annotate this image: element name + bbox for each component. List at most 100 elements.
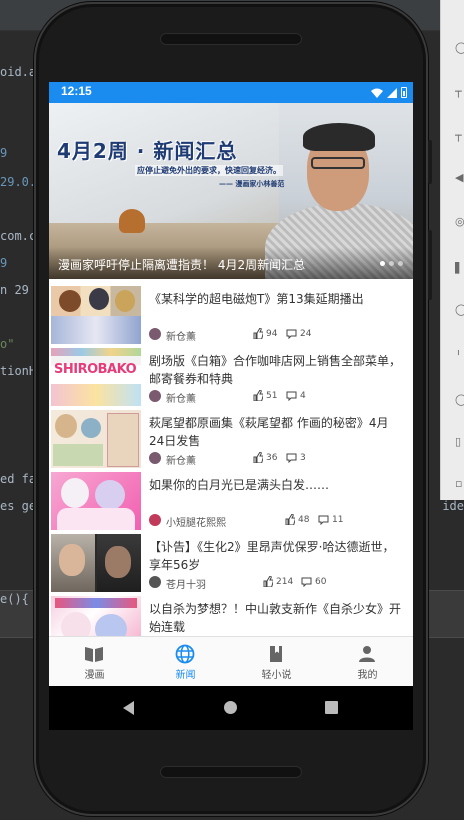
toolbar-icon[interactable]: ◯ (455, 394, 464, 406)
comment-icon[interactable] (286, 453, 297, 463)
news-thumbnail (51, 534, 141, 592)
code-line: n 29 (0, 283, 29, 297)
person-icon (359, 646, 375, 662)
author-avatar (149, 390, 161, 402)
code-line: es ge (0, 499, 37, 513)
toolbar-icon[interactable]: ◯ (455, 304, 464, 316)
news-thumbnail (51, 596, 141, 636)
like-count: 48 (298, 515, 310, 525)
news-item[interactable]: 【讣告】《生化2》里昂声优保罗·哈达德逝世，享年56岁 苍月十羽 214 60 (49, 532, 413, 595)
news-meta: 新仓薰 36 3 (149, 452, 411, 467)
toolbar-icon[interactable]: ┬ (455, 86, 464, 98)
nav-item-light-novel[interactable]: 轻小说 (231, 637, 322, 687)
pager-dot[interactable] (380, 261, 385, 266)
news-meta: 新仓薰 51 4 (149, 390, 411, 405)
nav-item-manga[interactable]: 漫画 (49, 637, 140, 687)
comment-icon[interactable] (286, 391, 297, 401)
back-icon[interactable] (123, 701, 134, 715)
system-navigation-bar (49, 686, 413, 730)
news-thumbnail (51, 410, 141, 468)
nav-label: 我的 (357, 670, 378, 681)
comment-icon[interactable] (286, 329, 297, 339)
toolbar-icon[interactable]: ▫ (455, 478, 464, 490)
news-meta: 苍月十羽 214 60 (149, 576, 411, 591)
banner-caption: 漫画家呼吁停止隔离遭指责！ 4月2周新闻汇总 (58, 258, 306, 272)
comment-count: 3 (300, 453, 306, 463)
news-item[interactable]: SHIROBAKO 剧场版《白箱》合作咖啡店网上销售全部菜单，邮寄餐券和特典 新… (49, 346, 413, 409)
news-title: 萩尾望都原画集《萩尾望都 作画的秘密》4月24日发售 (149, 416, 389, 448)
bottom-navigation: 漫画 新闻 轻小说 我的 (49, 636, 413, 687)
code-line: ed fa (0, 472, 37, 486)
news-thumbnail: SHIROBAKO (51, 348, 141, 406)
battery-icon (401, 87, 407, 98)
toolbar-icon[interactable]: ◀ (455, 172, 464, 184)
like-count: 94 (266, 329, 278, 339)
code-line: 9 (0, 146, 8, 160)
comment-count: 60 (315, 577, 327, 587)
toolbar-icon[interactable]: ◯ (455, 42, 464, 54)
nav-label: 轻小说 (261, 670, 292, 681)
book-open-icon (85, 647, 103, 662)
news-banner[interactable]: 4月2周 · 新闻汇总 应停止避免外出的要求，快速回复经济。 —— 漫画家小林善… (49, 103, 413, 279)
like-count: 51 (266, 391, 278, 401)
news-meta: 小短腿花熙熙 48 11 (149, 514, 411, 529)
comment-icon[interactable] (318, 515, 329, 525)
thumbs-up-icon[interactable] (253, 452, 263, 463)
news-item[interactable]: 萩尾望都原画集《萩尾望都 作画的秘密》4月24日发售 新仓薰 36 3 (49, 408, 413, 471)
toolbar-icon[interactable]: ◎ (455, 216, 464, 228)
like-count: 36 (266, 453, 278, 463)
code-line: ide (442, 499, 464, 513)
comment-count: 11 (332, 515, 344, 525)
banner-pager-dots (380, 261, 403, 266)
news-item[interactable]: 如果你的白月光已是满头白发…… 小短腿花熙熙 48 11 (49, 470, 413, 533)
news-meta: 新仓薰 94 24 (149, 328, 411, 343)
author-name: 新仓薰 (166, 394, 196, 405)
author-avatar (149, 576, 161, 588)
toolbar-icon[interactable]: ▌ (455, 262, 464, 274)
news-title: 以自杀为梦想？！中山敦支新作《自杀少女》开始连载 (149, 602, 402, 634)
code-line: tionH (0, 364, 37, 378)
toolbar-icon[interactable]: ▯ (455, 436, 464, 448)
banner-plant (119, 209, 145, 233)
nav-item-me[interactable]: 我的 (322, 637, 413, 687)
nav-label: 新闻 (175, 670, 196, 681)
nav-item-news[interactable]: 新闻 (140, 637, 231, 687)
news-item[interactable]: 以自杀为梦想？！中山敦支新作《自杀少女》开始连载 (49, 594, 413, 636)
news-list: 《某科学的超电磁炮T》第13集延期播出 新仓薰 94 24 SHIROBAKO … (49, 284, 413, 636)
thumbs-up-icon[interactable] (285, 514, 295, 525)
phone-screen: 12:15 4月2周 · 新闻汇总 应停止避免外出的要求，快速回复经济。 —— … (49, 82, 413, 730)
comment-icon[interactable] (301, 577, 312, 587)
toolbar-icon[interactable]: ┬ (455, 130, 464, 142)
ide-right-toolbar: ◯ ┬ ┬ ◀ ◎ ▌ ◯ ╵ ◯ ▯ ▫ (440, 0, 464, 500)
nav-label: 漫画 (84, 670, 105, 681)
book-icon (270, 646, 282, 662)
globe-icon (175, 644, 195, 664)
signal-icon (387, 87, 397, 98)
banner-person-glasses (311, 157, 365, 169)
banner-image-title: 4月2周 · 新闻汇总 (57, 139, 238, 163)
status-bar: 12:15 (49, 82, 413, 103)
news-item[interactable]: 《某科学的超电磁炮T》第13集延期播出 新仓薰 94 24 (49, 284, 413, 347)
comment-count: 24 (300, 329, 312, 339)
author-avatar (149, 514, 161, 526)
code-line: e(){ (0, 592, 29, 606)
author-avatar (149, 452, 161, 464)
recent-apps-icon[interactable] (325, 701, 338, 714)
author-name: 苍月十羽 (166, 580, 206, 591)
thumbs-up-icon[interactable] (253, 390, 263, 401)
author-name: 新仓薰 (166, 332, 196, 343)
thumbs-up-icon[interactable] (253, 328, 263, 339)
code-line: com.c (0, 229, 37, 243)
pager-dot[interactable] (389, 261, 394, 266)
thumbs-up-icon[interactable] (263, 576, 273, 587)
toolbar-icon[interactable]: ╵ (455, 350, 464, 362)
news-title: 《某科学的超电磁炮T》第13集延期播出 (149, 292, 364, 306)
pager-dot[interactable] (398, 261, 403, 266)
home-icon[interactable] (224, 701, 237, 714)
author-name: 小短腿花熙熙 (166, 518, 226, 529)
news-thumbnail (51, 472, 141, 530)
wifi-icon (371, 88, 383, 98)
author-avatar (149, 328, 161, 340)
like-count: 214 (276, 577, 294, 587)
code-line: 9 (0, 256, 8, 270)
